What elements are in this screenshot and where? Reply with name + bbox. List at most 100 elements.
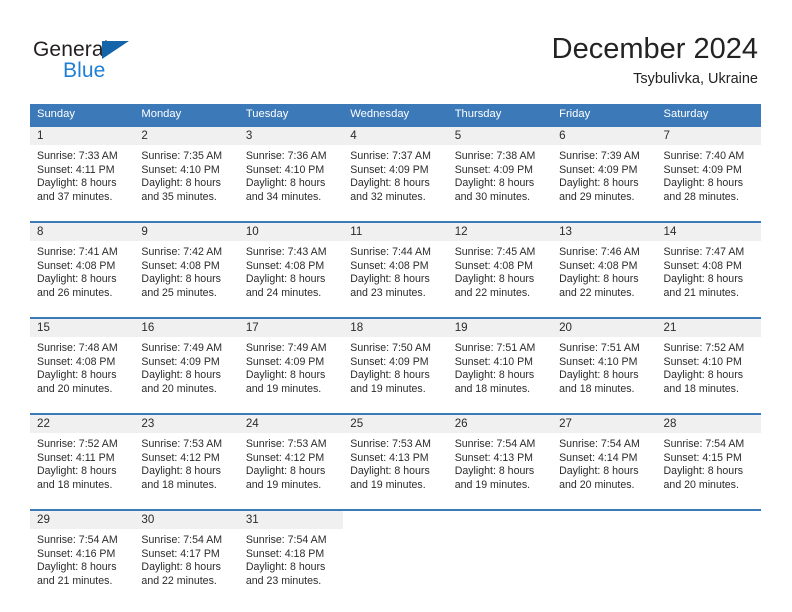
day-cell[interactable]: 9 Sunrise: 7:42 AM Sunset: 4:08 PM Daylight… [134,223,239,313]
daylight-text-line2: and 19 minutes. [245,382,322,395]
page-title: December 2024 [551,33,758,65]
day-cell[interactable]: 13 Sunrise: 7:46 AM Sunset: 4:08 PM Dayligh… [552,223,657,313]
day-cell[interactable]: 27 Sunrise: 7:54 AM Sunset: 4:14 PM Dayligh… [552,415,657,505]
day-cell[interactable]: 7 Sunrise: 7:40 AM Sunset: 4:09 PM Daylight… [656,127,761,217]
day-cell[interactable]: 20 Sunrise: 7:51 AM Sunset: 4:10 PM Dayligh… [552,319,657,409]
sunset-text: Sunset: 4:08 PM [559,259,638,272]
day-cell[interactable]: 12 Sunrise: 7:45 AM Sunset: 4:08 PM Dayligh… [447,223,553,313]
day-cell[interactable]: 31 Sunrise: 7:54 AM Sunset: 4:18 PM Dayligh… [238,511,344,601]
daylight-text-line1: Daylight: 8 hours [559,465,639,478]
day-cell[interactable]: 2 Sunrise: 7:35 AM Sunset: 4:10 PM Daylight… [134,127,239,217]
daylight-text-line2: and 19 minutes. [454,478,531,491]
day-cell[interactable]: 30 Sunrise: 7:54 AM Sunset: 4:17 PM Dayligh… [134,511,239,601]
day-number-band: 14 [656,223,761,241]
daylight-text-line2: and 23 minutes. [350,286,426,299]
day-cell-inner: 14 Sunrise: 7:47 AM Sunset: 4:08 PM Dayligh… [656,223,761,313]
day-number: 13 [559,225,573,238]
week-row: 22 Sunrise: 7:52 AM Sunset: 4:11 PM Dayligh… [30,413,761,505]
day-cell[interactable]: 16 Sunrise: 7:49 AM Sunset: 4:09 PM Dayligh… [134,319,239,409]
day-number-band: 22 [30,415,135,433]
day-cell[interactable]: 24 Sunrise: 7:53 AM Sunset: 4:12 PM Dayligh… [238,415,344,505]
day-number: 29 [37,513,50,526]
day-number: 31 [245,513,259,526]
day-number-band: 31 [238,511,344,529]
day-number-band: 9 [134,223,239,241]
day-cell-inner: 13 Sunrise: 7:46 AM Sunset: 4:08 PM Dayligh… [552,223,657,313]
day-number-band: 8 [30,223,135,241]
day-cell-inner: 9 Sunrise: 7:42 AM Sunset: 4:08 PM Daylight… [134,223,239,313]
daylight-text-line1: Daylight: 8 hours [559,177,639,190]
day-number: 27 [559,417,573,430]
sunrise-text: Sunrise: 7:52 AM [37,438,118,450]
day-cell-inner: 12 Sunrise: 7:45 AM Sunset: 4:08 PM Dayligh… [447,223,553,313]
day-cell-inner: 24 Sunrise: 7:53 AM Sunset: 4:12 PM Dayligh… [238,415,344,505]
day-number-band: 28 [656,415,761,433]
day-cell[interactable]: 26 Sunrise: 7:54 AM Sunset: 4:13 PM Dayligh… [447,415,553,505]
day-cell[interactable]: 29 Sunrise: 7:54 AM Sunset: 4:16 PM Dayligh… [30,511,135,601]
day-cell-empty [657,511,761,601]
sunrise-text: Sunrise: 7:54 AM [141,534,223,546]
daylight-text-line2: and 32 minutes. [350,190,426,203]
general-blue-logo: General Blue [33,38,233,88]
day-cell[interactable]: 18 Sunrise: 7:50 AM Sunset: 4:09 PM Dayligh… [343,319,448,409]
sunset-text: Sunset: 4:09 PM [350,355,429,368]
sunset-text: Sunset: 4:09 PM [454,163,534,176]
day-cell[interactable]: 8 Sunrise: 7:41 AM Sunset: 4:08 PM Daylight… [30,223,135,313]
sunrise-text: Sunrise: 7:45 AM [454,246,536,258]
page-header: General Blue December 2024 Tsybulivka, U… [0,0,792,100]
day-cell[interactable]: 11 Sunrise: 7:44 AM Sunset: 4:08 PM Dayligh… [343,223,448,313]
day-cell[interactable]: 14 Sunrise: 7:47 AM Sunset: 4:08 PM Dayligh… [656,223,761,313]
daylight-text-line1: Daylight: 8 hours [141,273,221,286]
day-number-band: 15 [30,319,135,337]
daylight-text-line1: Daylight: 8 hours [663,465,744,478]
day-number: 28 [663,417,677,430]
day-number-band: 27 [552,415,657,433]
day-number-band: 19 [447,319,553,337]
day-cell[interactable]: 28 Sunrise: 7:54 AM Sunset: 4:15 PM Dayligh… [656,415,761,505]
daylight-text-line1: Daylight: 8 hours [245,561,326,574]
daylight-text-line1: Daylight: 8 hours [350,465,430,478]
sunset-text: Sunset: 4:08 PM [663,259,742,272]
week-row: 8 Sunrise: 7:41 AM Sunset: 4:08 PM Daylight… [30,221,761,313]
day-number-band: 7 [656,127,761,145]
week-row: 29 Sunrise: 7:54 AM Sunset: 4:16 PM Dayligh… [30,509,761,601]
page-subtitle: Tsybulivka, Ukraine [633,71,758,87]
day-cell[interactable]: 22 Sunrise: 7:52 AM Sunset: 4:11 PM Dayligh… [30,415,135,505]
day-number-band: 25 [343,415,448,433]
sunrise-text: Sunrise: 7:38 AM [454,150,536,162]
day-number-band [343,511,447,528]
day-cell[interactable]: 23 Sunrise: 7:53 AM Sunset: 4:12 PM Dayligh… [134,415,239,505]
day-cell-empty [552,511,656,601]
day-details: Sunrise: 7:50 AM Sunset: 4:09 PM Daylight:… [343,337,447,396]
sunset-text: Sunset: 4:08 PM [350,259,429,272]
daylight-text-line1: Daylight: 8 hours [350,369,430,382]
day-cell[interactable]: 15 Sunrise: 7:48 AM Sunset: 4:08 PM Dayligh… [30,319,135,409]
weekday-header-monday: Monday [141,108,182,120]
day-cell[interactable]: 10 Sunrise: 7:43 AM Sunset: 4:08 PM Dayligh… [238,223,344,313]
sunrise-text: Sunrise: 7:53 AM [141,438,223,450]
weekday-header-sunday: Sunday [37,108,75,120]
sunrise-text: Sunrise: 7:33 AM [37,150,118,162]
daylight-text-line1: Daylight: 8 hours [141,465,221,478]
day-details: Sunrise: 7:36 AM Sunset: 4:10 PM Daylight:… [239,145,343,204]
day-cell[interactable]: 1 Sunrise: 7:33 AM Sunset: 4:11 PM Daylight… [30,127,135,217]
day-cell[interactable]: 19 Sunrise: 7:51 AM Sunset: 4:10 PM Dayligh… [447,319,553,409]
day-cell[interactable]: 21 Sunrise: 7:52 AM Sunset: 4:10 PM Dayligh… [656,319,761,409]
day-cell[interactable]: 25 Sunrise: 7:53 AM Sunset: 4:13 PM Dayligh… [343,415,448,505]
day-cell[interactable]: 4 Sunrise: 7:37 AM Sunset: 4:09 PM Daylight… [343,127,448,217]
daylight-text-line2: and 29 minutes. [559,190,635,203]
day-details: Sunrise: 7:53 AM Sunset: 4:12 PM Daylight:… [239,433,343,492]
day-details: Sunrise: 7:53 AM Sunset: 4:12 PM Daylight:… [134,433,238,492]
sunrise-text: Sunrise: 7:54 AM [245,534,327,546]
sunrise-text: Sunrise: 7:54 AM [37,534,118,546]
day-cell[interactable]: 3 Sunrise: 7:36 AM Sunset: 4:10 PM Daylight… [238,127,344,217]
day-number: 10 [245,225,259,238]
daylight-text-line1: Daylight: 8 hours [37,369,117,382]
day-number-band: 1 [30,127,135,145]
day-cell[interactable]: 5 Sunrise: 7:38 AM Sunset: 4:09 PM Daylight… [447,127,553,217]
day-cell-empty [448,511,552,601]
day-cell[interactable]: 17 Sunrise: 7:49 AM Sunset: 4:09 PM Dayligh… [238,319,344,409]
day-cell[interactable]: 6 Sunrise: 7:39 AM Sunset: 4:09 PM Daylight… [552,127,657,217]
daylight-text-line2: and 18 minutes. [141,478,217,491]
daylight-text-line2: and 19 minutes. [245,478,322,491]
